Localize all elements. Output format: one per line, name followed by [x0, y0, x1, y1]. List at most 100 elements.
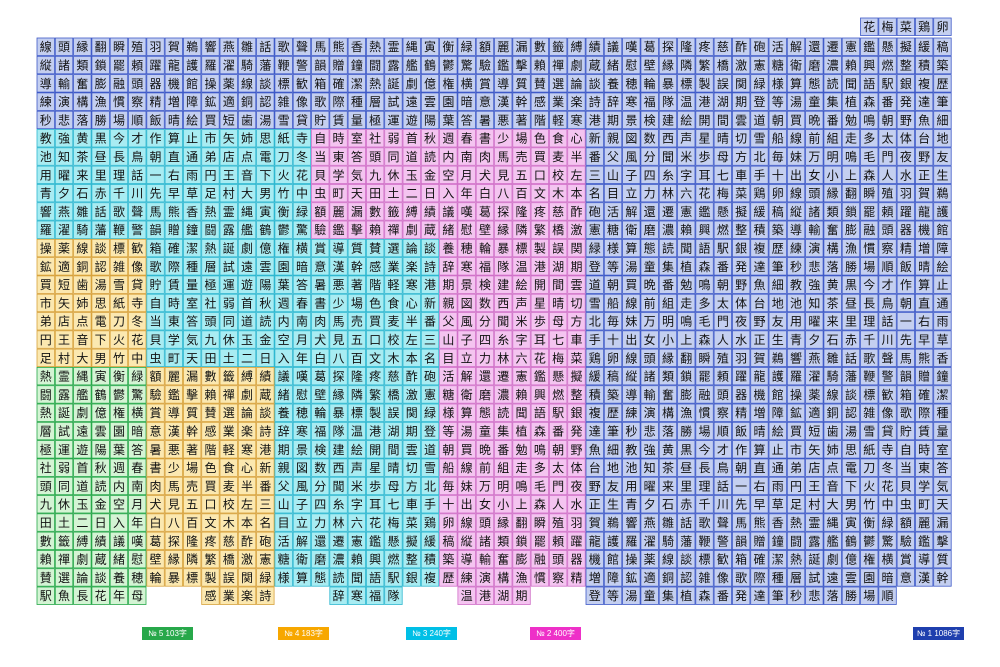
kanji-cell-glyph: 菜 [735, 187, 747, 201]
kanji-cell-glyph: 期 [735, 95, 747, 109]
kanji-cell-glyph: 態 [479, 405, 491, 420]
kanji-cell-glyph: 線 [461, 515, 473, 530]
kanji-cell-glyph: 姉 [76, 295, 88, 310]
kanji-cell-glyph: 作 [735, 443, 747, 457]
kanji-cell-glyph: 韻 [314, 57, 326, 72]
kanji-cell-glyph: 玉 [406, 168, 418, 182]
kanji-cell-glyph: 賀 [589, 516, 601, 530]
kanji-cell-glyph: 話 [680, 515, 692, 530]
kanji-cell-glyph: 社 [204, 295, 216, 310]
kanji-cell-glyph: 疼 [534, 204, 546, 219]
kanji-cell-glyph: 空 [113, 498, 125, 512]
kanji-cell-glyph: 標 [680, 77, 692, 91]
kanji-cell-glyph: 走 [680, 296, 692, 310]
kanji-cell-glyph: 興 [534, 388, 546, 402]
kanji-cell-glyph: 種 [772, 571, 784, 585]
kanji-cell-glyph: 開 [534, 278, 546, 292]
kanji-cell-glyph: 擊 [516, 57, 528, 72]
kanji-cell-glyph: 耳 [699, 168, 711, 182]
kanji-cell-glyph: 店 [808, 461, 820, 475]
kanji-cell-glyph: 子 [296, 498, 308, 512]
kanji-cell-glyph: 懸 [717, 205, 729, 219]
kanji-cell-glyph: 様 [278, 571, 290, 585]
kanji-cell-glyph: 瞬 [699, 351, 711, 365]
kanji-cell-glyph: 犬 [314, 333, 326, 347]
kanji-cell-glyph: 議 [113, 534, 125, 548]
kanji-cell-glyph: 休 [58, 498, 70, 512]
kanji-cell-glyph: 縄 [76, 369, 88, 384]
kanji-cell-glyph: 順 [882, 589, 894, 603]
kanji-cell-glyph: 陽 [424, 113, 436, 127]
kanji-cell-glyph: 類 [827, 205, 839, 219]
kanji-cell-glyph: 毎 [772, 149, 784, 164]
kanji-cell-glyph: 昼 [845, 296, 857, 310]
kanji-cell-glyph: 肉 [479, 150, 491, 164]
kanji-cell-glyph: 雑 [863, 405, 875, 420]
kanji-cell-glyph: 殖 [717, 350, 729, 365]
kanji-cell-glyph: 強 [58, 132, 70, 146]
kanji-cell-glyph: 黄 [662, 443, 674, 457]
kanji-cell-glyph: 適 [58, 259, 70, 274]
kanji-cell-glyph: 魚 [58, 589, 70, 603]
kanji-cell-glyph: 禪 [387, 222, 399, 237]
kanji-cell-glyph: 勝 [845, 588, 857, 603]
kanji-cell-glyph: 駅 [552, 406, 564, 420]
kanji-cell-glyph: 濃 [662, 223, 674, 237]
kanji-cell-glyph: 談 [680, 552, 692, 567]
kanji-cell-glyph: 酢 [241, 533, 253, 548]
kanji-cell-glyph: 熱 [204, 241, 216, 255]
kanji-cell-glyph: 寒 [625, 94, 637, 109]
kanji-cell-glyph: 蔵 [424, 223, 436, 237]
kanji-cell-glyph: 朝 [607, 278, 619, 292]
kanji-cell-glyph: 青 [625, 498, 637, 512]
kanji-cell-glyph: 学 [918, 478, 930, 493]
kanji-cell-glyph: 夜 [570, 478, 582, 493]
kanji-cell-glyph: 量 [351, 113, 363, 127]
kanji-cell-glyph: 雲 [735, 113, 747, 127]
kanji-cell-glyph: 森 [534, 423, 546, 438]
kanji-cell-glyph: 緩 [424, 534, 436, 548]
kanji-cell-glyph: 線 [625, 350, 637, 365]
kanji-cell-glyph: 縦 [790, 205, 802, 219]
kanji-cell-glyph: 円 [790, 479, 802, 493]
kanji-cell-glyph: 極 [204, 277, 216, 292]
kanji-cell-glyph: 燕 [223, 40, 235, 54]
kanji-cell-glyph: 番 [827, 113, 839, 127]
kanji-cell-glyph: 様 [442, 406, 454, 420]
kanji-cell-glyph: 潔 [936, 388, 948, 402]
kanji-cell-glyph: 首 [406, 132, 418, 146]
kanji-cell-glyph: 少 [497, 132, 509, 146]
kanji-cell-glyph: 十 [442, 498, 454, 512]
kanji-cell-glyph: 懸 [552, 370, 564, 384]
kanji-cell-glyph: 暴 [497, 241, 509, 255]
kanji-cell-glyph: 際 [168, 260, 180, 274]
kanji-cell-glyph: 図 [296, 461, 308, 475]
kanji-cell-glyph: 諸 [808, 204, 820, 219]
kanji-cell-glyph: 百 [186, 516, 198, 530]
kanji-cell-glyph: 用 [790, 315, 802, 329]
kanji-cell-glyph: 童 [808, 94, 820, 109]
kanji-cell-glyph: 濯 [58, 223, 70, 237]
kanji-cell-glyph: 見 [333, 333, 345, 347]
kanji-cell-glyph: 縁 [76, 39, 88, 54]
kanji-cell-glyph: 買 [204, 113, 216, 127]
kanji-cell-glyph: 貸 [296, 112, 308, 127]
kanji-cell-glyph: 刀 [863, 461, 875, 475]
kanji-cell-glyph: 木 [223, 516, 235, 530]
kanji-cell-glyph: 落 [827, 589, 839, 603]
kanji-cell-glyph: 植 [516, 423, 528, 438]
kanji-cell-glyph: 寅 [424, 39, 436, 54]
kanji-cell-glyph: 籤 [387, 204, 399, 219]
kanji-cell-glyph: 練 [790, 241, 802, 255]
kanji-cell-glyph: 万 [479, 479, 491, 493]
kanji-cell-glyph: 響 [204, 39, 216, 54]
kanji-cell-glyph: 雲 [406, 443, 418, 457]
kanji-cell-glyph: 地 [607, 461, 619, 475]
kanji-cell-glyph: 慈 [552, 204, 564, 219]
kanji-cell-glyph: 贈 [918, 369, 930, 384]
kanji-cell-glyph: 西 [497, 296, 509, 310]
kanji-cell-glyph: 標 [351, 406, 363, 420]
kanji-cell-glyph: 買 [790, 113, 802, 127]
kanji-cell-glyph: 興 [699, 223, 711, 237]
kanji-cell-glyph: 卵 [772, 187, 784, 201]
